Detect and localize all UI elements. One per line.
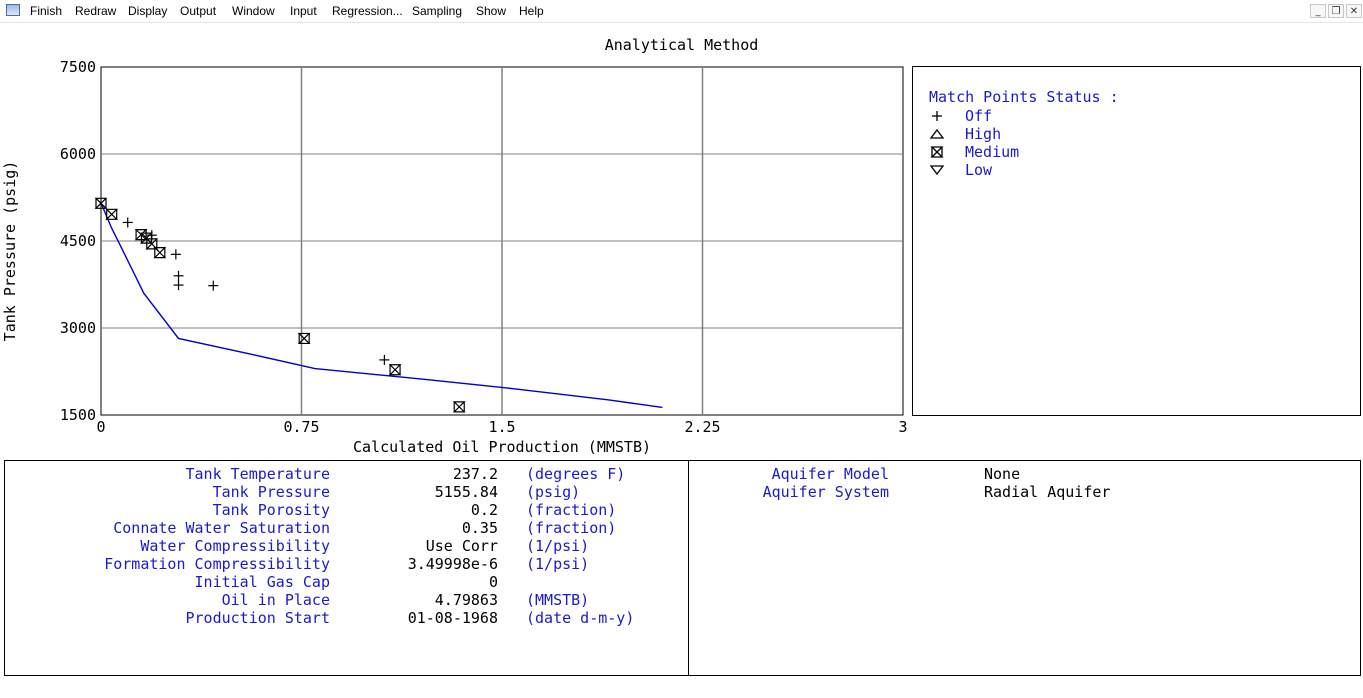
legend-panel: Match Points Status : Off High Medium Lo…	[912, 66, 1361, 416]
property-row: Production Start 01-08-1968 (date d-m-y)	[5, 609, 685, 627]
menu-output[interactable]: Output	[180, 4, 216, 18]
y-tick-label: 6000	[60, 145, 96, 163]
menu-help[interactable]: Help	[519, 4, 544, 18]
legend-label: High	[965, 125, 1002, 143]
property-row: Initial Gas Cap 0	[5, 573, 685, 591]
y-tick-label: 3000	[60, 319, 96, 337]
aquifer-label: Aquifer System	[762, 483, 889, 501]
aquifer-row: Aquifer Model None	[689, 465, 1289, 483]
plus-icon	[932, 111, 942, 121]
restore-icon[interactable]: ❐	[1328, 4, 1344, 18]
legend-item-medium: Medium	[929, 143, 1129, 161]
property-row: Tank Temperature 237.2 (degrees F)	[5, 465, 685, 483]
aquifer-value[interactable]: Radial Aquifer	[984, 483, 1110, 501]
x-axis-label: Calculated Oil Production (MMSTB)	[353, 438, 651, 456]
property-value[interactable]: 3.49998e-6	[408, 555, 498, 573]
property-row: Water Compressibility Use Corr (1/psi)	[5, 537, 685, 555]
legend-title: Match Points Status :	[929, 88, 1119, 106]
legend-item-off: Off	[929, 107, 1129, 125]
property-label: Production Start	[185, 609, 331, 627]
pressure-chart: 0 0.75 1.5 2.25 3 7500 6000 4500 3000 1500 Calcul…	[1, 60, 908, 456]
chart-title: Analytical Method	[604, 36, 759, 54]
aquifer-row: Aquifer System Radial Aquifer	[689, 483, 1289, 501]
property-row: Tank Porosity 0.2 (fraction)	[5, 501, 685, 519]
property-row: Oil in Place 4.79863 (MMSTB)	[5, 591, 685, 609]
legend-label: Medium	[965, 143, 1020, 161]
property-label: Tank Pressure	[212, 483, 330, 501]
property-unit: (MMSTB)	[526, 591, 590, 609]
aquifer-label: Aquifer Model	[771, 465, 889, 483]
x-tick-label: 2.25	[684, 418, 720, 436]
y-tick-label: 1500	[60, 406, 96, 424]
aquifer-panel: Aquifer Model None Aquifer System Radial…	[688, 460, 1361, 676]
property-label: Connate Water Saturation	[113, 519, 330, 537]
property-value[interactable]: 0.2	[471, 501, 498, 519]
property-unit: (date d-m-y)	[526, 609, 635, 627]
property-value[interactable]: 0.35	[462, 519, 498, 537]
x-tick-label: 0.75	[283, 418, 319, 436]
x-tick-label: 3	[898, 418, 907, 436]
close-icon[interactable]: ✕	[1346, 4, 1362, 18]
property-unit: (1/psi)	[526, 555, 590, 573]
property-unit: (degrees F)	[526, 465, 626, 483]
property-unit: (psig)	[526, 483, 581, 501]
property-label: Tank Porosity	[212, 501, 330, 519]
hourglass-icon	[930, 146, 944, 158]
property-row: Connate Water Saturation 0.35 (fraction)	[5, 519, 685, 537]
triangle-up-icon	[929, 128, 945, 139]
property-row: Tank Pressure 5155.84 (psig)	[5, 483, 685, 501]
y-axis-label: Tank Pressure (psig)	[1, 161, 19, 342]
property-value[interactable]: Use Corr	[426, 537, 498, 555]
property-label: Oil in Place	[221, 591, 330, 609]
menu-input[interactable]: Input	[290, 4, 317, 18]
menu-sampling[interactable]: Sampling	[412, 4, 462, 18]
menu-redraw[interactable]: Redraw	[75, 4, 116, 18]
property-value[interactable]: 237.2	[453, 465, 498, 483]
legend-label: Off	[965, 107, 993, 125]
triangle-down-icon	[929, 165, 945, 176]
menu-regression[interactable]: Regression...	[332, 4, 403, 18]
property-unit: (fraction)	[526, 501, 617, 519]
menu-show[interactable]: Show	[476, 4, 506, 18]
property-value[interactable]: 01-08-1968	[408, 609, 498, 627]
x-tick-label: 1.5	[488, 418, 515, 436]
property-value[interactable]: 5155.84	[435, 483, 498, 501]
app-icon[interactable]	[6, 4, 20, 16]
legend-item-low: Low	[929, 161, 1129, 179]
x-tick-label: 0	[96, 418, 105, 436]
legend-label: Low	[965, 161, 993, 179]
menu-finish[interactable]: Finish	[30, 4, 62, 18]
menu-bar: Finish Redraw Display Output Window Inpu…	[0, 0, 1363, 23]
y-tick-label: 4500	[60, 232, 96, 250]
property-row: Formation Compressibility 3.49998e-6 (1/…	[5, 555, 685, 573]
property-label: Formation Compressibility	[104, 555, 330, 573]
properties-panel: Tank Temperature 237.2 (degrees F) Tank …	[4, 460, 689, 676]
property-label: Initial Gas Cap	[194, 573, 330, 591]
legend-item-high: High	[929, 125, 1129, 143]
minimize-icon[interactable]: _	[1310, 4, 1326, 18]
property-label: Tank Temperature	[185, 465, 331, 483]
property-unit: (fraction)	[526, 519, 617, 537]
property-value[interactable]: 0	[489, 573, 498, 591]
property-label: Water Compressibility	[140, 537, 330, 555]
menu-window[interactable]: Window	[232, 4, 275, 18]
aquifer-value[interactable]: None	[984, 465, 1020, 483]
property-value[interactable]: 4.79863	[435, 591, 498, 609]
y-tick-label: 7500	[60, 60, 96, 76]
menu-display[interactable]: Display	[128, 4, 167, 18]
property-unit: (1/psi)	[526, 537, 590, 555]
